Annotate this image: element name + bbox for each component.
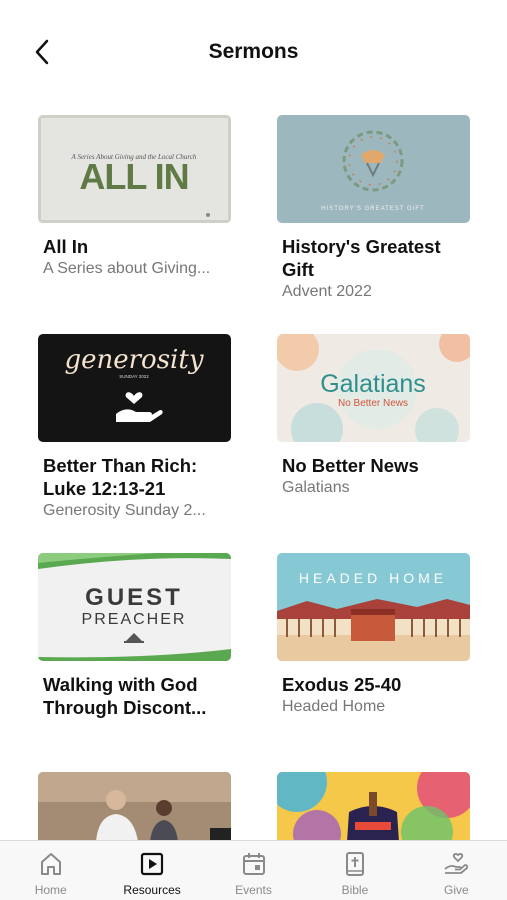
tab-label: Events	[235, 883, 272, 897]
sermon-title: Better Than Rich: Luke 12:13-21	[43, 455, 198, 499]
sermon-title: Exodus 25-40	[282, 674, 402, 695]
thumb-generosity-date: SUNDAY 2022	[119, 374, 149, 379]
sermon-card-walking-with-god[interactable]: GUEST PREACHER Walking with God Through …	[38, 553, 231, 719]
sermon-card-partial-photo[interactable]	[38, 772, 231, 842]
sermon-subtitle: Headed Home	[282, 698, 386, 715]
thumb-headed-home-word: HEADED HOME	[299, 570, 447, 586]
nav-header: Sermons	[0, 0, 507, 100]
sermon-subtitle: A Series about Giving...	[43, 260, 211, 277]
thumb-galatians-word: Galatians	[320, 370, 426, 398]
page-title: Sermons	[208, 40, 299, 63]
tab-label: Resources	[123, 883, 181, 897]
home-icon	[36, 850, 66, 878]
sermon-title: Walking with God Through Discont...	[43, 674, 207, 718]
tab-give[interactable]: Give	[406, 841, 507, 900]
thumb-guest-word: GUEST	[85, 584, 183, 611]
calendar-icon	[239, 850, 269, 878]
sermon-card-partial-colorful[interactable]	[277, 772, 470, 842]
sermon-subtitle: Galatians	[282, 479, 350, 496]
sermon-card-better-than-rich[interactable]: generosity SUNDAY 2022 Better Than Rich:…	[38, 334, 231, 521]
sermon-card-historys-greatest-gift[interactable]: HISTORY'S GREATEST GIFT History's Greate…	[277, 115, 470, 302]
sermon-thumbnail	[38, 772, 231, 842]
thumb-all-in-word: ALL IN	[79, 156, 188, 197]
sermon-subtitle: Advent 2022	[282, 283, 372, 300]
bottom-tab-bar: Home Resources Events Bible Give	[0, 840, 507, 900]
tab-label: Give	[443, 883, 469, 897]
tab-label: Home	[34, 883, 67, 897]
sermon-title: No Better News	[282, 455, 419, 476]
sermon-thumbnail: generosity SUNDAY 2022	[38, 334, 231, 442]
tab-resources[interactable]: Resources	[101, 841, 202, 900]
sermon-title: History's Greatest Gift	[282, 236, 441, 280]
sermon-card-exodus-25-40[interactable]: HEADED HOME Exodus 25-40 Headed Home	[277, 553, 470, 717]
sermon-thumbnail: HEADED HOME	[277, 553, 470, 661]
thumb-preacher-word: PREACHER	[82, 611, 187, 628]
tab-label: Bible	[341, 883, 369, 897]
tab-events[interactable]: Events	[203, 841, 304, 900]
thumb-generosity-word: generosity	[64, 345, 203, 375]
sermon-subtitle: Generosity Sunday 2...	[43, 502, 206, 519]
tab-home[interactable]: Home	[0, 841, 101, 900]
giving-hand-icon	[441, 850, 471, 878]
sermon-card-all-in[interactable]: A Series About Giving and the Local Chur…	[38, 115, 231, 279]
sermon-thumbnail: A Series About Giving and the Local Chur…	[38, 115, 231, 223]
sermon-title: All In	[43, 236, 89, 257]
play-square-icon	[137, 850, 167, 878]
sermon-thumbnail: GUEST PREACHER	[38, 553, 231, 661]
thumb-galatians-tag: No Better News	[338, 398, 408, 409]
sermon-card-no-better-news[interactable]: Galatians No Better News No Better News …	[277, 334, 470, 498]
thumb-history-caption: HISTORY'S GREATEST GIFT	[321, 206, 424, 212]
sermon-thumbnail	[277, 772, 470, 842]
tab-bible[interactable]: Bible	[304, 841, 405, 900]
sermon-thumbnail: Galatians No Better News	[277, 334, 470, 442]
bible-icon	[340, 850, 370, 878]
sermon-thumbnail: HISTORY'S GREATEST GIFT	[277, 115, 470, 223]
